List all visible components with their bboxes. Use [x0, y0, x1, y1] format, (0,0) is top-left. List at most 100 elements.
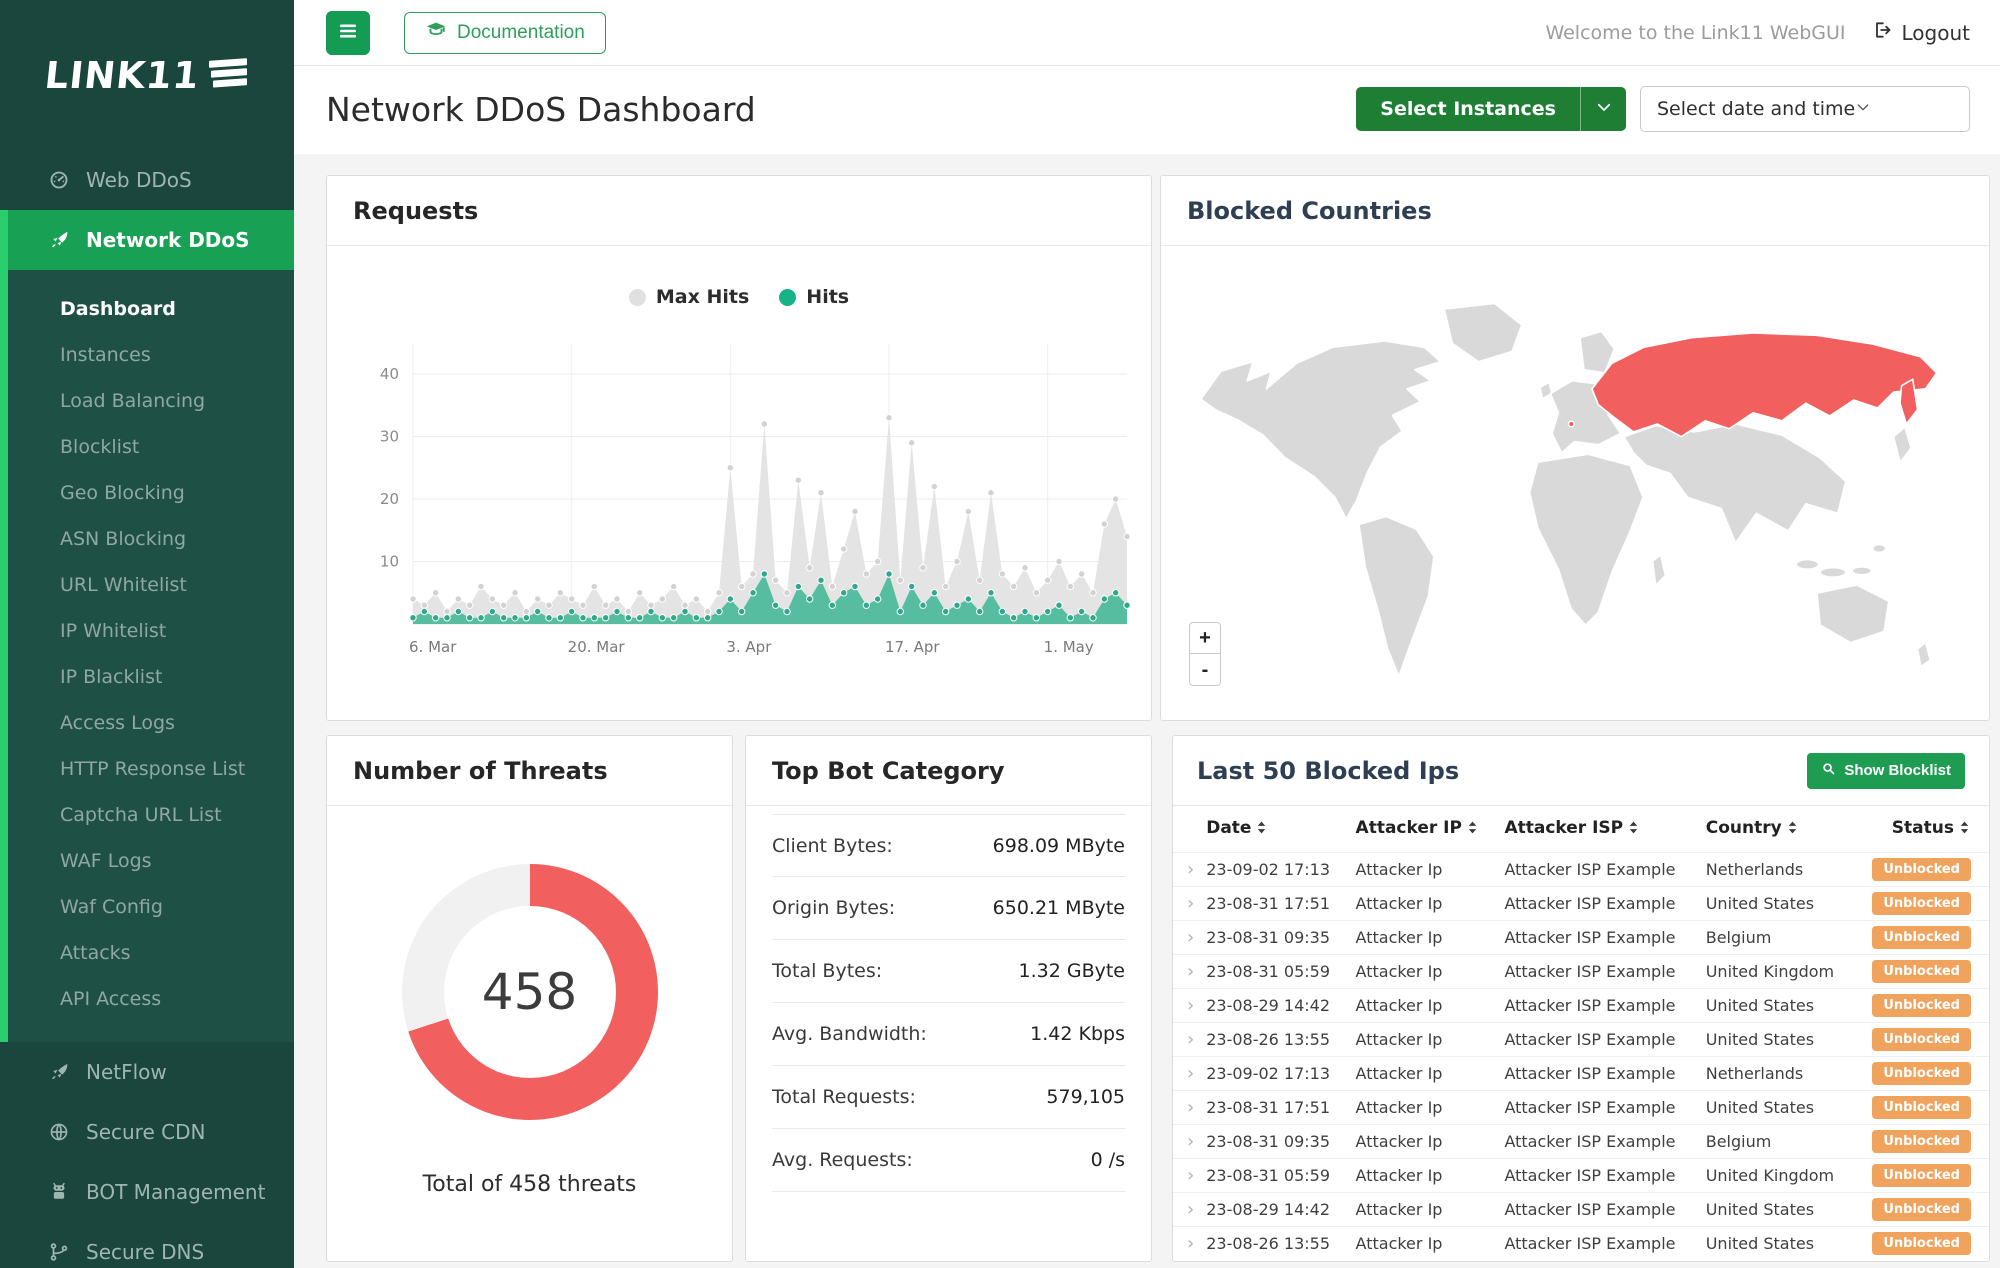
sidebar-item-secure-dns[interactable]: Secure DNS [0, 1222, 294, 1268]
table-row[interactable]: ›23-08-31 17:51Attacker IpAttacker ISP E… [1173, 1091, 1989, 1125]
page-title: Network DDoS Dashboard [326, 90, 756, 129]
sidebar-subitem-captcha-url-list[interactable]: Captcha URL List [8, 792, 294, 838]
row-expand-chevron-icon[interactable]: › [1173, 887, 1200, 921]
sidebar-item-secure-cdn[interactable]: Secure CDN [0, 1102, 294, 1162]
cell-attacker-isp: Attacker ISP Example [1498, 1193, 1699, 1227]
status-badge[interactable]: Unblocked [1872, 1062, 1971, 1085]
table-row[interactable]: ›23-08-26 13:55Attacker IpAttacker ISP E… [1173, 1023, 1989, 1057]
status-badge[interactable]: Unblocked [1872, 994, 1971, 1017]
sort-icon[interactable] [1255, 820, 1268, 840]
column-header-attacker-isp[interactable]: Attacker ISP [1498, 806, 1699, 853]
table-row[interactable]: ›23-08-26 13:55Attacker IpAttacker ISP E… [1173, 1227, 1989, 1261]
table-row[interactable]: ›23-08-31 09:35Attacker IpAttacker ISP E… [1173, 921, 1989, 955]
status-badge[interactable]: Unblocked [1872, 892, 1971, 915]
sidebar-subitem-attacks[interactable]: Attacks [8, 930, 294, 976]
table-row[interactable]: ›23-08-31 05:59Attacker IpAttacker ISP E… [1173, 1159, 1989, 1193]
row-expand-chevron-icon[interactable]: › [1173, 1193, 1200, 1227]
status-badge[interactable]: Unblocked [1872, 858, 1971, 881]
sidebar-subitem-geo-blocking[interactable]: Geo Blocking [8, 470, 294, 516]
map-zoom-out-button[interactable]: - [1189, 654, 1221, 686]
requests-panel: Requests Max HitsHits 102030406. Mar20. … [326, 175, 1152, 721]
select-instances-button[interactable]: Select Instances [1356, 87, 1626, 131]
sidebar-item-netflow[interactable]: NetFlow [0, 1042, 294, 1102]
column-header-label: Date [1206, 818, 1251, 838]
row-expand-chevron-icon[interactable]: › [1173, 1091, 1200, 1125]
status-badge[interactable]: Unblocked [1872, 960, 1971, 983]
row-expand-chevron-icon[interactable]: › [1173, 1159, 1200, 1193]
cell-attacker-isp: Attacker ISP Example [1498, 1057, 1699, 1091]
column-header-country[interactable]: Country [1700, 806, 1854, 853]
svg-text:6. Mar: 6. Mar [409, 638, 457, 656]
sidebar-item-bot-management[interactable]: BOT Management [0, 1162, 294, 1222]
threats-donut-chart[interactable]: 458 [402, 864, 658, 1120]
sidebar-subitem-instances[interactable]: Instances [8, 332, 294, 378]
map-uk [1540, 382, 1552, 398]
sidebar-subitem-api-access[interactable]: API Access [8, 976, 294, 1022]
map-zoom-in-button[interactable]: + [1189, 622, 1221, 654]
table-row[interactable]: ›23-09-02 17:13Attacker IpAttacker ISP E… [1173, 1057, 1989, 1091]
cell-country: United States [1700, 989, 1854, 1023]
sidebar-item-web-ddos[interactable]: Web DDoS [0, 150, 294, 210]
row-expand-chevron-icon[interactable]: › [1173, 1125, 1200, 1159]
show-blocklist-button[interactable]: Show Blocklist [1807, 753, 1965, 789]
table-row[interactable]: ›23-08-29 14:42Attacker IpAttacker ISP E… [1173, 989, 1989, 1023]
status-badge[interactable]: Unblocked [1872, 1232, 1971, 1255]
sidebar-subitem-dashboard[interactable]: Dashboard [8, 286, 294, 332]
column-header-attacker-ip[interactable]: Attacker IP [1350, 806, 1499, 853]
row-expand-chevron-icon[interactable]: › [1173, 955, 1200, 989]
sidebar-subitem-blocklist[interactable]: Blocklist [8, 424, 294, 470]
logout-button[interactable]: Logout [1872, 20, 1970, 45]
show-blocklist-label: Show Blocklist [1844, 762, 1951, 779]
documentation-button[interactable]: Documentation [404, 12, 606, 54]
sidebar-subitem-http-response-list[interactable]: HTTP Response List [8, 746, 294, 792]
sidebar-item-label: BOT Management [86, 1180, 265, 1204]
status-badge[interactable]: Unblocked [1872, 1028, 1971, 1051]
sidebar-item-network-ddos[interactable]: Network DDoS [8, 210, 294, 270]
status-badge[interactable]: Unblocked [1872, 1164, 1971, 1187]
select-instances-caret[interactable] [1580, 87, 1626, 131]
sidebar-toggle-button[interactable] [326, 11, 370, 55]
sidebar-subitem-waf-config[interactable]: Waf Config [8, 884, 294, 930]
sidebar-subitem-ip-whitelist[interactable]: IP Whitelist [8, 608, 294, 654]
cell-attacker-ip: Attacker Ip [1350, 921, 1499, 955]
column-header-status[interactable]: Status [1854, 806, 1989, 853]
status-badge[interactable]: Unblocked [1872, 1096, 1971, 1119]
table-row[interactable]: ›23-08-31 17:51Attacker IpAttacker ISP E… [1173, 887, 1989, 921]
table-row[interactable]: ›23-08-29 14:42Attacker IpAttacker ISP E… [1173, 1193, 1989, 1227]
date-range-select[interactable]: Select date and time [1640, 86, 1970, 132]
page-header: Network DDoS Dashboard Select Instances … [294, 66, 2000, 154]
sidebar-subitem-asn-blocking[interactable]: ASN Blocking [8, 516, 294, 562]
sort-icon[interactable] [1627, 820, 1640, 840]
requests-chart[interactable]: 102030406. Mar20. Mar3. Apr17. Apr1. May [343, 334, 1135, 673]
bot-row-label: Origin Bytes: [772, 897, 895, 919]
row-expand-chevron-icon[interactable]: › [1173, 921, 1200, 955]
column-header-date[interactable]: Date [1200, 806, 1349, 853]
status-badge[interactable]: Unblocked [1872, 1130, 1971, 1153]
table-row[interactable]: ›23-08-31 09:35Attacker IpAttacker ISP E… [1173, 1125, 1989, 1159]
row-expand-chevron-icon[interactable]: › [1173, 853, 1200, 887]
row-expand-chevron-icon[interactable]: › [1173, 989, 1200, 1023]
legend-item-hits[interactable]: Hits [779, 286, 849, 308]
world-map[interactable]: + - [1161, 246, 1989, 720]
status-badge[interactable]: Unblocked [1872, 926, 1971, 949]
sidebar-subitem-url-whitelist[interactable]: URL Whitelist [8, 562, 294, 608]
table-row[interactable]: ›23-08-31 05:59Attacker IpAttacker ISP E… [1173, 955, 1989, 989]
sort-icon[interactable] [1786, 820, 1799, 840]
map-madagascar [1653, 555, 1666, 585]
row-expand-chevron-icon[interactable]: › [1173, 1227, 1200, 1261]
table-row[interactable]: ›23-09-02 17:13Attacker IpAttacker ISP E… [1173, 853, 1989, 887]
legend-item-max-hits[interactable]: Max Hits [629, 286, 749, 308]
sidebar-subitem-access-logs[interactable]: Access Logs [8, 700, 294, 746]
row-expand-chevron-icon[interactable]: › [1173, 1023, 1200, 1057]
sort-icon[interactable] [1466, 820, 1479, 840]
cell-date: 23-08-31 17:51 [1200, 1091, 1349, 1125]
row-expand-chevron-icon[interactable]: › [1173, 1057, 1200, 1091]
sidebar-subitem-load-balancing[interactable]: Load Balancing [8, 378, 294, 424]
sidebar-subitem-ip-blacklist[interactable]: IP Blacklist [8, 654, 294, 700]
status-badge[interactable]: Unblocked [1872, 1198, 1971, 1221]
cell-status: Unblocked [1854, 1159, 1989, 1193]
sort-icon[interactable] [1958, 820, 1971, 840]
sidebar-subitem-waf-logs[interactable]: WAF Logs [8, 838, 294, 884]
map-greenland [1444, 303, 1521, 361]
map-indonesia-3 [1852, 567, 1871, 575]
